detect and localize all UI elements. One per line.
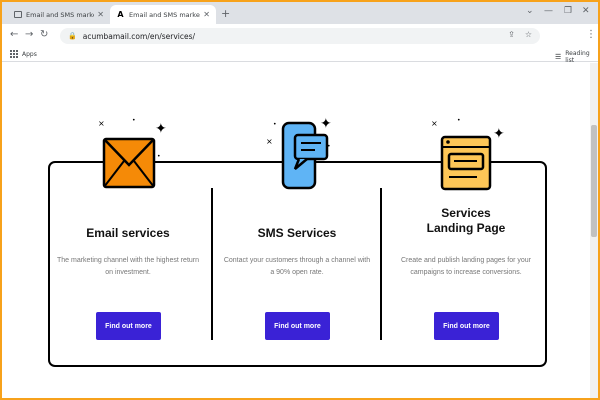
browser-toolbar: ← → ↻ 🔒 acumbamail.com/en/services/ ⇪ ☆ [2, 24, 598, 48]
sms-services-description: Contact your customers through a channel… [223, 257, 371, 276]
tab-title: Email and SMS marketing made [26, 10, 94, 19]
scrollbar-thumb[interactable] [591, 125, 597, 237]
restore-icon[interactable]: ❐ [564, 6, 572, 16]
dot-icon: • [327, 143, 331, 150]
minimize-icon[interactable]: — [544, 6, 553, 16]
chevron-down-icon[interactable]: ⌄ [526, 6, 534, 16]
new-tab-icon[interactable]: + [221, 7, 230, 20]
email-find-out-more-button[interactable]: Find out more [96, 312, 161, 340]
bookmark-star-icon[interactable]: ☆ [525, 30, 532, 39]
email-services-description: The marketing channel with the highest r… [56, 257, 200, 276]
browser-tab-2[interactable]: A Email and SMS marketing made ✕ [110, 5, 216, 24]
close-tab-icon[interactable]: ✕ [203, 10, 210, 19]
sparkle-icon: ✦ [493, 126, 505, 142]
x-mark-icon: × [266, 137, 273, 146]
close-window-icon[interactable]: ✕ [582, 6, 590, 16]
browser-tab-1[interactable]: Email and SMS marketing made ✕ [8, 5, 110, 24]
dot-icon: • [273, 121, 277, 128]
apps-shortcut[interactable]: Apps [10, 50, 37, 58]
column-divider [211, 188, 213, 340]
landing-page-icon [440, 135, 492, 191]
reading-list-icon: ☰ [555, 53, 562, 61]
email-services-title: Email services [86, 226, 170, 240]
back-icon[interactable]: ← [10, 29, 18, 40]
tab-title: Email and SMS marketing made [129, 10, 200, 19]
apps-label: Apps [22, 50, 37, 58]
url-text[interactable]: acumbamail.com/en/services/ [83, 32, 195, 41]
reload-icon[interactable]: ↻ [40, 29, 48, 40]
screenshot-frame: Email and SMS marketing made ✕ A Email a… [0, 0, 600, 400]
bookmarks-bar: Apps ☰ Reading list [2, 48, 598, 64]
dot-icon: • [457, 117, 461, 124]
menu-kebab-icon[interactable]: ⋮ [586, 29, 596, 40]
lock-icon[interactable]: 🔒 [68, 32, 77, 40]
landing-page-services-title: Services Landing Page [426, 206, 506, 235]
column-divider [380, 188, 382, 340]
dot-icon: • [132, 117, 136, 124]
page-scrollbar[interactable] [590, 63, 598, 398]
sparkle-icon: ✦ [155, 121, 167, 137]
landing-page-description: Create and publish landing pages for you… [401, 257, 531, 276]
reading-list-label: Reading list [565, 50, 590, 64]
page-icon [14, 11, 22, 18]
sparkle-icon: ✦ [320, 116, 332, 132]
apps-grid-icon [10, 50, 18, 58]
close-tab-icon[interactable]: ✕ [97, 10, 104, 19]
forward-icon[interactable]: → [25, 29, 33, 40]
landing-find-out-more-button[interactable]: Find out more [434, 312, 499, 340]
share-icon[interactable]: ⇪ [508, 30, 515, 39]
sms-find-out-more-button[interactable]: Find out more [265, 312, 330, 340]
dot-icon: • [157, 153, 161, 160]
x-mark-icon: × [431, 119, 438, 128]
x-mark-icon: × [98, 119, 105, 128]
sms-services-title: SMS Services [257, 226, 337, 240]
tab-strip: Email and SMS marketing made ✕ A Email a… [2, 2, 598, 24]
acumbamail-logo-icon: A [117, 10, 124, 19]
reading-list[interactable]: ☰ Reading list [555, 50, 598, 64]
address-bar[interactable]: 🔒 acumbamail.com/en/services/ ⇪ ☆ [60, 28, 540, 44]
